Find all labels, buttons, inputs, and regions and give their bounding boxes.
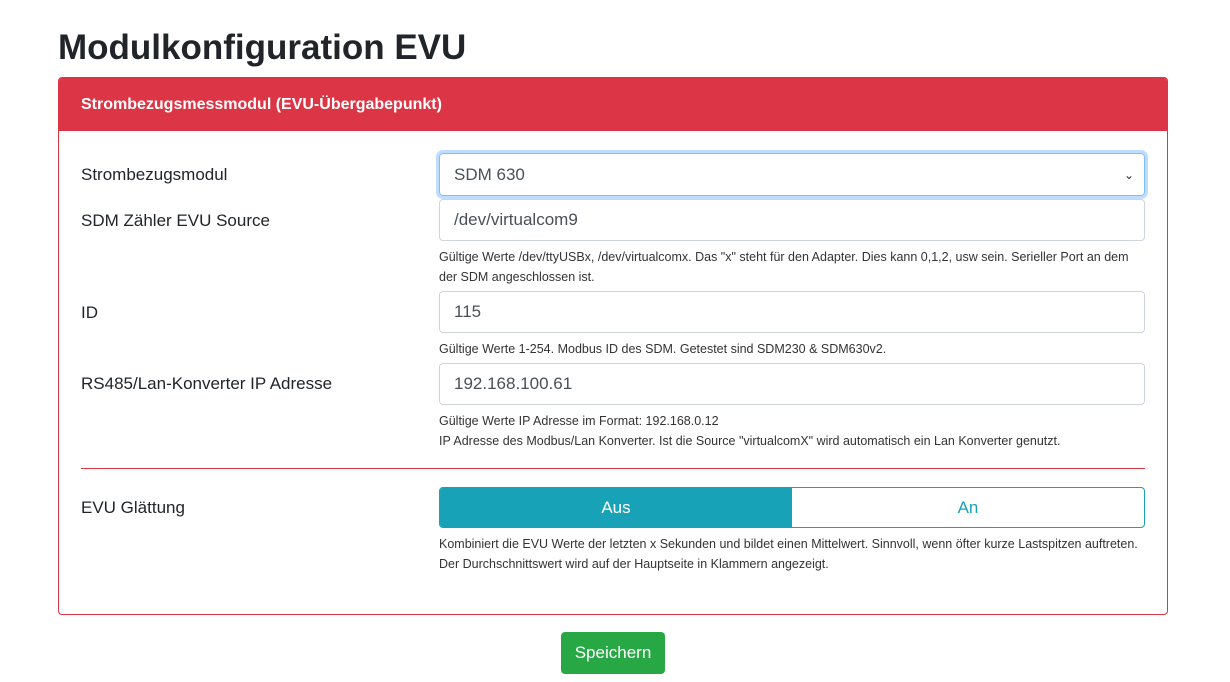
source-input[interactable]: /dev/virtualcom9 xyxy=(439,199,1145,241)
smoothing-help: Kombiniert die EVU Werte der letzten x S… xyxy=(439,537,1138,571)
divider xyxy=(81,468,1145,469)
id-help: Gültige Werte 1-254. Modbus ID des SDM. … xyxy=(439,342,887,356)
ip-help-info: IP Adresse des Modbus/Lan Konverter. Ist… xyxy=(439,434,1061,448)
smoothing-toggle[interactable]: Aus An xyxy=(439,487,1145,528)
modul-select[interactable]: SDM 630 ⌄ xyxy=(439,153,1145,196)
modul-label: Strombezugsmodul xyxy=(81,165,228,184)
modul-value: SDM 630 xyxy=(454,164,525,184)
chevron-down-icon: ⌄ xyxy=(1123,167,1134,182)
save-button[interactable]: Speichern xyxy=(561,632,665,674)
source-help: Gültige Werte /dev/ttyUSBx, /dev/virtual… xyxy=(439,250,1129,284)
smoothing-on-button[interactable]: An xyxy=(792,488,1144,527)
card-header: Strombezugsmessmodul (EVU-Übergabepunkt) xyxy=(59,78,1167,131)
ip-input[interactable]: 192.168.100.61 xyxy=(439,363,1145,405)
page-title: Modulkonfiguration EVU xyxy=(58,28,467,67)
ip-label: RS485/Lan-Konverter IP Adresse xyxy=(81,374,333,393)
smoothing-label: EVU Glättung xyxy=(81,498,185,517)
source-label: SDM Zähler EVU Source xyxy=(81,211,270,230)
id-input[interactable]: 115 xyxy=(439,291,1145,333)
evu-module-card: Strombezugsmessmodul (EVU-Übergabepunkt)… xyxy=(58,77,1168,615)
ip-help-format: Gültige Werte IP Adresse im Format: 192.… xyxy=(439,414,719,428)
smoothing-off-button[interactable]: Aus xyxy=(440,488,792,527)
id-label: ID xyxy=(81,303,98,322)
